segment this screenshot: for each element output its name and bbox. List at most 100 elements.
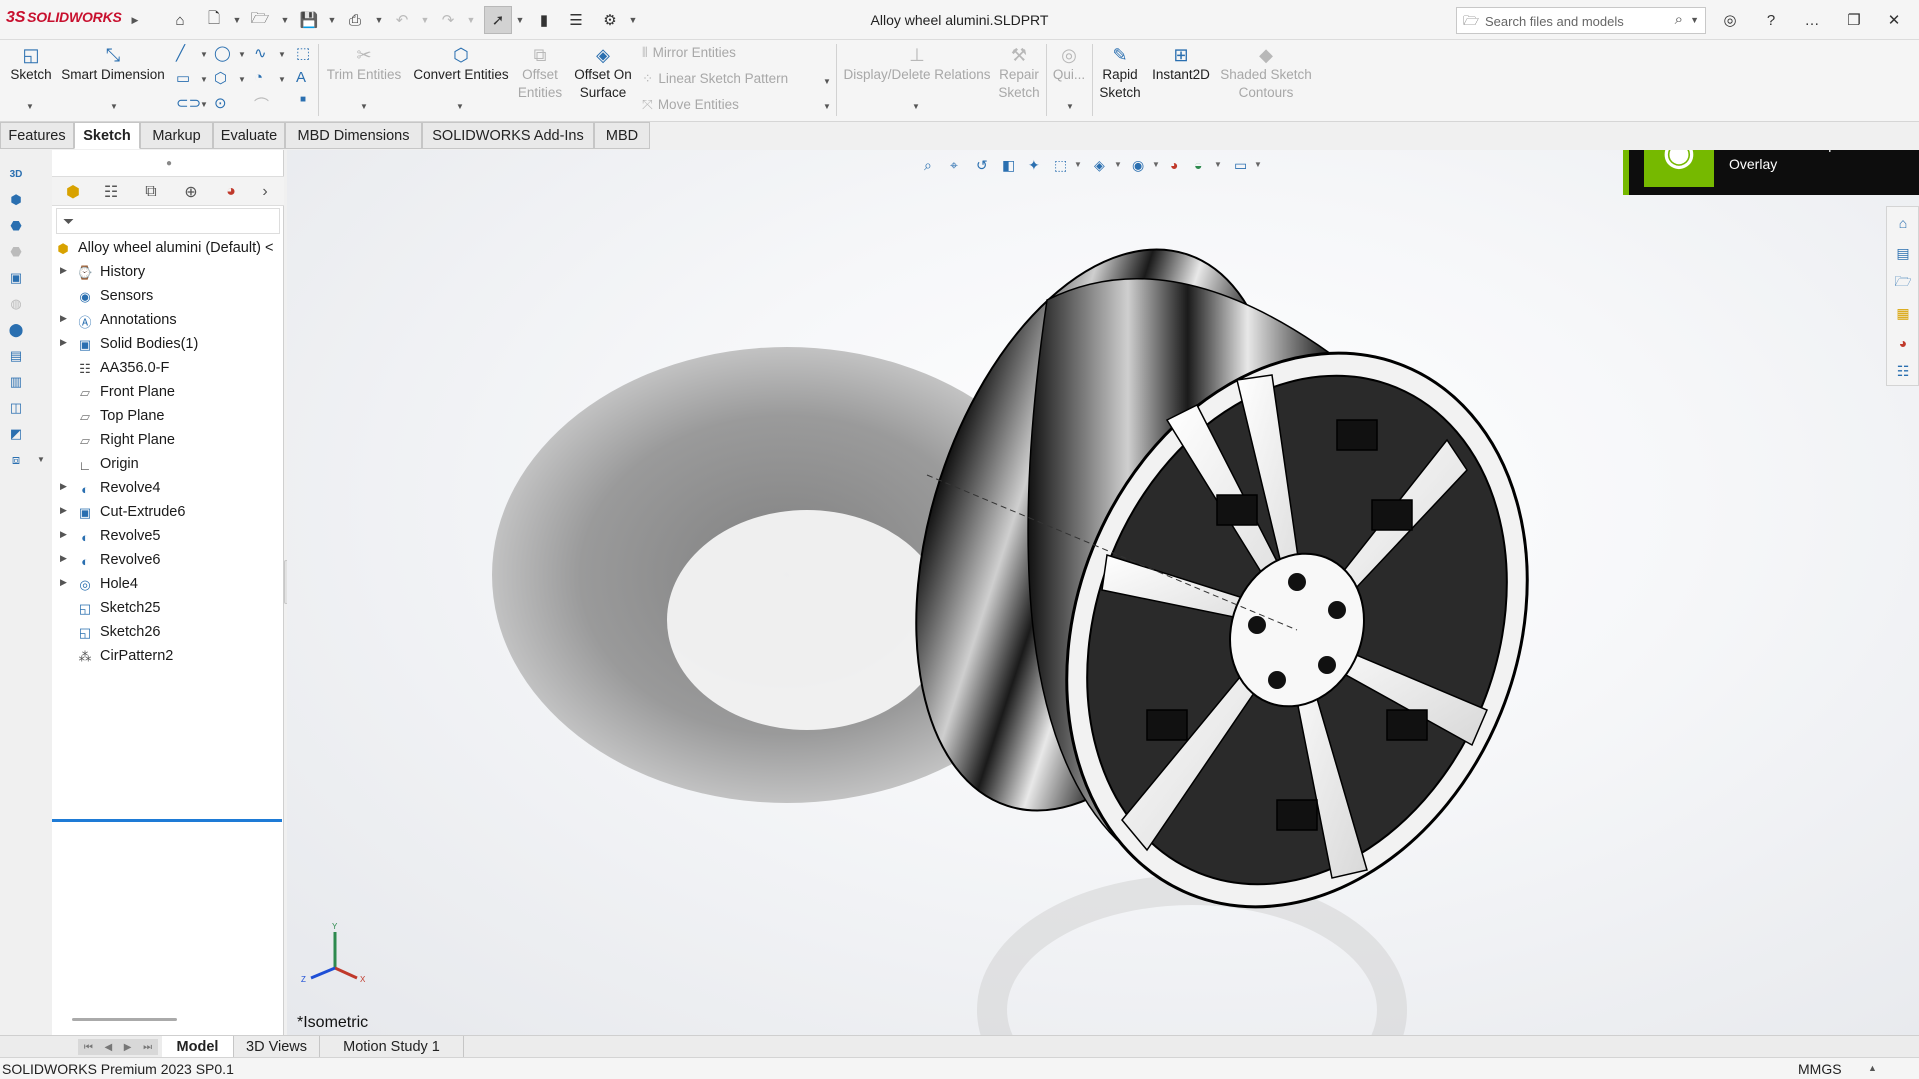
mirror-entities-button[interactable]: ⫴ Mirror Entities	[642, 45, 736, 61]
circle-dropdown-icon[interactable]: ▼	[238, 50, 246, 59]
graphics-area[interactable]: ⌕ ⌖ ↺ ◧ ✦ ⬚ ▼ ◈ ▼ ◉ ▼ ◕ ◒ ▼ ▭ ▼ ◉ Overla…	[287, 150, 1919, 1035]
rib-icon[interactable]: ▥	[6, 372, 26, 392]
slot-dropdown-icon[interactable]: ▼	[200, 100, 208, 109]
draft-icon[interactable]: ◫	[6, 398, 26, 418]
offset-on-surface-button[interactable]: ◈ Offset On Surface	[568, 44, 638, 102]
expand-arrow-icon[interactable]: ▶	[60, 505, 70, 516]
expand-arrow-icon[interactable]: ▶	[60, 577, 70, 588]
arc-icon[interactable]: ⌒	[254, 94, 269, 115]
tab-solidworks-add-ins[interactable]: SOLIDWORKS Add-Ins	[422, 122, 594, 149]
convert-entities-button[interactable]: ⬡ Convert Entities	[410, 44, 512, 84]
user-account-icon[interactable]: ◎	[1712, 6, 1748, 34]
select-dropdown-icon[interactable]: ▼	[515, 10, 525, 30]
reference-geometry-icon[interactable]: ⧈	[6, 450, 26, 470]
cut-icon[interactable]: ▣	[6, 268, 26, 288]
first-tab-icon[interactable]: ⏮	[84, 1042, 93, 1053]
rapid-sketch-button[interactable]: ✎ Rapid Sketch	[1096, 44, 1144, 102]
plane-icon[interactable]: ■	[300, 94, 306, 105]
quick-snaps-button[interactable]: ◎ Qui...	[1050, 44, 1088, 84]
new-dropdown-icon[interactable]: ▼	[232, 10, 242, 30]
wrap-icon[interactable]: ◩	[6, 424, 26, 444]
tree-item-revolve6[interactable]: ▶ ◐ Revolve6	[52, 550, 284, 572]
appearances-icon[interactable]: ◕	[1893, 333, 1913, 353]
open-dropdown-icon[interactable]: ▼	[280, 10, 290, 30]
text-icon[interactable]: A	[296, 69, 306, 86]
tree-item-revolve4[interactable]: ▶ ◐ Revolve4	[52, 478, 284, 500]
tree-item-sketch25[interactable]: ◱ Sketch25	[52, 598, 284, 620]
open-folder-icon[interactable]: 🗁	[248, 8, 272, 32]
3d-icon[interactable]: 3D	[6, 164, 26, 184]
repair-sketch-button[interactable]: ⚒ Repair Sketch	[996, 44, 1042, 102]
dimxpert-manager-tab-icon[interactable]: ⊕	[174, 180, 208, 204]
expand-arrow-icon[interactable]: ▶	[60, 337, 70, 348]
tab-sketch[interactable]: Sketch	[74, 122, 140, 149]
tab-evaluate[interactable]: Evaluate	[213, 122, 285, 149]
units-dropdown-icon[interactable]: ▲	[1868, 1063, 1877, 1073]
tab-mbd[interactable]: MBD	[594, 122, 650, 149]
pattern-dropdown-icon[interactable]: ▼	[823, 77, 831, 86]
rectangle-dropdown-icon[interactable]: ▼	[200, 75, 208, 84]
tab-motion-study-1[interactable]: Motion Study 1	[320, 1036, 464, 1058]
print-icon[interactable]: ⎙	[343, 8, 367, 32]
move-entities-button[interactable]: ⤧ Move Entities	[642, 97, 739, 113]
line-dropdown-icon[interactable]: ▼	[200, 50, 208, 59]
alloy-wheel-model[interactable]	[287, 150, 1919, 1035]
revolve-icon[interactable]: ⬣	[6, 242, 26, 262]
sketch-grid-icon[interactable]: ⬚	[296, 44, 310, 62]
line-icon[interactable]: ╱	[176, 44, 185, 62]
solidworks-resources-icon[interactable]: ⌂	[1893, 213, 1913, 233]
fillet-icon[interactable]: ◍	[6, 294, 26, 314]
print-dropdown-icon[interactable]: ▼	[374, 10, 384, 30]
save-dropdown-icon[interactable]: ▼	[327, 10, 337, 30]
trim-entities-button[interactable]: ✂ Trim Entities	[326, 44, 402, 84]
display-manager-tab-icon[interactable]: ◕	[214, 180, 248, 204]
rectangle-icon[interactable]: ▭	[176, 69, 190, 87]
solidworks-logo[interactable]: 3S SOLIDWORKS	[6, 9, 122, 27]
convert-dropdown-icon[interactable]: ▼	[456, 102, 464, 111]
undo-dropdown-icon[interactable]: ▼	[420, 10, 430, 30]
nvidia-overlay-notification[interactable]: ◉ Press Alt+Z to open NVIDIA Overlay	[1623, 150, 1919, 195]
polygon-dropdown-icon[interactable]: ▼	[238, 75, 246, 84]
instant2d-button[interactable]: ⊞ Instant2D	[1148, 44, 1214, 84]
tree-item-front-plane[interactable]: ▱ Front Plane	[52, 382, 284, 404]
last-tab-icon[interactable]: ⏭	[143, 1042, 152, 1053]
panel-grip-icon[interactable]: ●	[166, 158, 172, 169]
circle-icon[interactable]: ◯	[214, 44, 231, 62]
tree-item-right-plane[interactable]: ▱ Right Plane	[52, 430, 284, 452]
sketch-button[interactable]: ◱ Sketch	[8, 44, 54, 84]
linear-sketch-pattern-button[interactable]: ⁘ Linear Sketch Pattern	[642, 71, 788, 87]
smart-dimension-button[interactable]: ⤡ Smart Dimension	[58, 44, 168, 84]
pattern-icon[interactable]: ⬤	[6, 320, 26, 340]
menu-expand-icon[interactable]: ▶	[130, 10, 140, 30]
tab-3d-views[interactable]: 3D Views	[234, 1036, 320, 1058]
expand-arrow-icon[interactable]: ▶	[60, 313, 70, 324]
design-library-icon[interactable]: ▤	[1893, 243, 1913, 263]
custom-properties-icon[interactable]: ☷	[1893, 361, 1913, 381]
search-input[interactable]	[1485, 12, 1665, 30]
home-icon[interactable]: ⌂	[168, 8, 192, 32]
unit-system-selector[interactable]: MMGS	[1798, 1061, 1842, 1077]
help-icon[interactable]: ?	[1753, 6, 1789, 34]
options-gear-icon[interactable]: ⚙	[598, 8, 622, 32]
tree-item-top-plane[interactable]: ▱ Top Plane	[52, 406, 284, 428]
search-icon[interactable]: ⌕	[1675, 11, 1683, 28]
tab-markup[interactable]: Markup	[140, 122, 213, 149]
rebuild-icon[interactable]: ▮	[532, 8, 556, 32]
offset-entities-button[interactable]: ⧉ Offset Entities	[514, 44, 566, 102]
search-scope-icon[interactable]: 🗁	[1463, 12, 1479, 34]
expand-tabs-icon[interactable]: ›	[248, 180, 282, 204]
tab-scroll-arrows[interactable]: ⏮ ◀ ▶ ⏭	[78, 1039, 158, 1055]
redo-icon[interactable]: ↷	[436, 8, 460, 32]
search-box[interactable]: 🗁 ⌕ ▼	[1456, 7, 1706, 34]
view-palette-icon[interactable]: ▦	[1893, 303, 1913, 323]
close-window-icon[interactable]: ✕	[1876, 6, 1912, 34]
tree-item-cirpattern2[interactable]: ⁂ CirPattern2	[52, 646, 284, 668]
expand-arrow-icon[interactable]: ▶	[60, 265, 70, 276]
trim-dropdown-icon[interactable]: ▼	[360, 102, 368, 111]
file-explorer-icon[interactable]: 🗁	[1893, 273, 1913, 293]
search-dropdown-icon[interactable]: ▼	[1690, 15, 1699, 25]
reference-dropdown-icon[interactable]: ▼	[37, 455, 45, 464]
feature-manager-tab-icon[interactable]: ⬢	[56, 180, 90, 204]
redo-dropdown-icon[interactable]: ▼	[466, 10, 476, 30]
tree-root[interactable]: ⬢ Alloy wheel alumini (Default) <	[52, 238, 284, 260]
